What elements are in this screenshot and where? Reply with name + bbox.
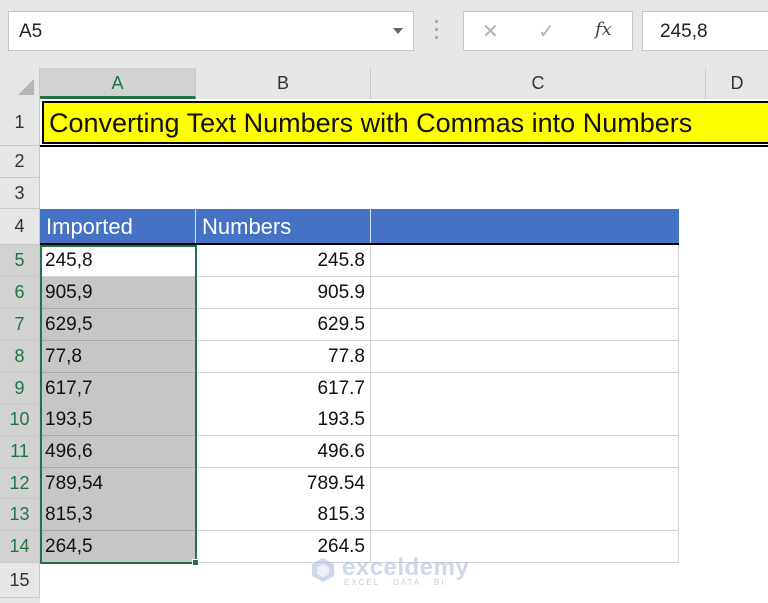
cell-imported[interactable]: 617,7 [40,373,196,405]
sheet-title-cell[interactable]: Converting Text Numbers with Commas into… [42,101,768,144]
formula-buttons: ✕ ✓ fx [463,11,633,51]
cell-number[interactable]: 193.5 [196,404,371,436]
cell-imported[interactable]: 264,5 [40,531,196,563]
watermark: exceldemy EXCEL · DATA · BI [312,554,472,592]
row-header-11[interactable]: 11 [0,436,40,468]
row-header-2[interactable]: 2 [0,146,40,178]
cell-number[interactable]: 245.8 [196,245,371,277]
row-header-3[interactable]: 3 [0,178,40,209]
cell-blank[interactable] [371,277,679,309]
row-header-1[interactable]: 1 [0,99,40,146]
watermark-tagline: EXCEL · DATA · BI [344,578,446,587]
cell-imported[interactable]: 496,6 [40,436,196,468]
cell-imported[interactable]: 245,8 [40,245,196,277]
cell-number[interactable]: 629.5 [196,309,371,341]
cell-number[interactable]: 496.6 [196,436,371,468]
cell-blank[interactable] [371,245,679,277]
exceldemy-logo-icon [312,558,334,582]
select-all-button[interactable] [0,68,40,99]
column-header-a[interactable]: A [40,68,196,99]
column-header-b[interactable]: B [196,68,371,99]
cell-blank[interactable] [371,309,679,341]
cell-blank[interactable] [371,341,679,373]
cell-imported[interactable]: 77,8 [40,341,196,373]
cell-blank[interactable] [371,404,679,436]
row-header-14[interactable]: 14 [0,531,40,563]
row-header-10[interactable]: 10 [0,404,40,436]
formula-input[interactable]: 245,8 [642,11,768,51]
check-icon[interactable]: ✓ [538,19,555,44]
formula-bar-resize-handle[interactable] [435,20,439,42]
cell-blank[interactable] [371,499,679,531]
insert-function-icon[interactable]: fx [595,19,612,40]
cell-blank[interactable] [371,436,679,468]
chevron-down-icon[interactable] [393,28,403,34]
cell-number[interactable]: 905.9 [196,277,371,309]
cancel-icon[interactable]: ✕ [482,19,499,44]
row-header-8[interactable]: 8 [0,341,40,373]
cell-imported[interactable]: 789,54 [40,468,196,500]
column-header-c[interactable]: C [371,68,706,99]
cell-imported[interactable]: 629,5 [40,309,196,341]
row-header-9[interactable]: 9 [0,373,40,404]
cell-imported[interactable]: 815,3 [40,499,196,531]
header-cell-imported[interactable]: Imported [40,209,196,245]
cell-number[interactable]: 815.3 [196,499,371,531]
row-header-4[interactable]: 4 [0,209,40,245]
formula-value: 245,8 [660,21,708,42]
title-border [40,145,768,147]
header-cell-numbers[interactable]: Numbers [196,209,371,245]
cell-blank[interactable] [371,373,679,405]
row-header-6[interactable]: 6 [0,277,40,309]
name-box[interactable]: A5 [8,11,414,51]
header-cell-blank[interactable] [371,209,679,245]
row-header-13[interactable]: 13 [0,499,40,531]
row-header-7[interactable]: 7 [0,309,40,341]
name-box-value: A5 [19,21,43,42]
cell-number[interactable]: 77.8 [196,341,371,373]
cell-blank[interactable] [371,468,679,500]
row-header-5[interactable]: 5 [0,245,40,277]
select-all-icon [18,79,34,95]
row-header-15[interactable]: 15 [0,563,40,598]
row-header-12[interactable]: 12 [0,468,40,499]
cell-number[interactable]: 789.54 [196,468,371,500]
column-header-d[interactable]: D [706,68,768,99]
cell-number[interactable]: 617.7 [196,373,371,405]
fill-handle[interactable] [192,559,199,566]
cell-imported[interactable]: 905,9 [40,277,196,309]
cell-imported[interactable]: 193,5 [40,404,196,436]
